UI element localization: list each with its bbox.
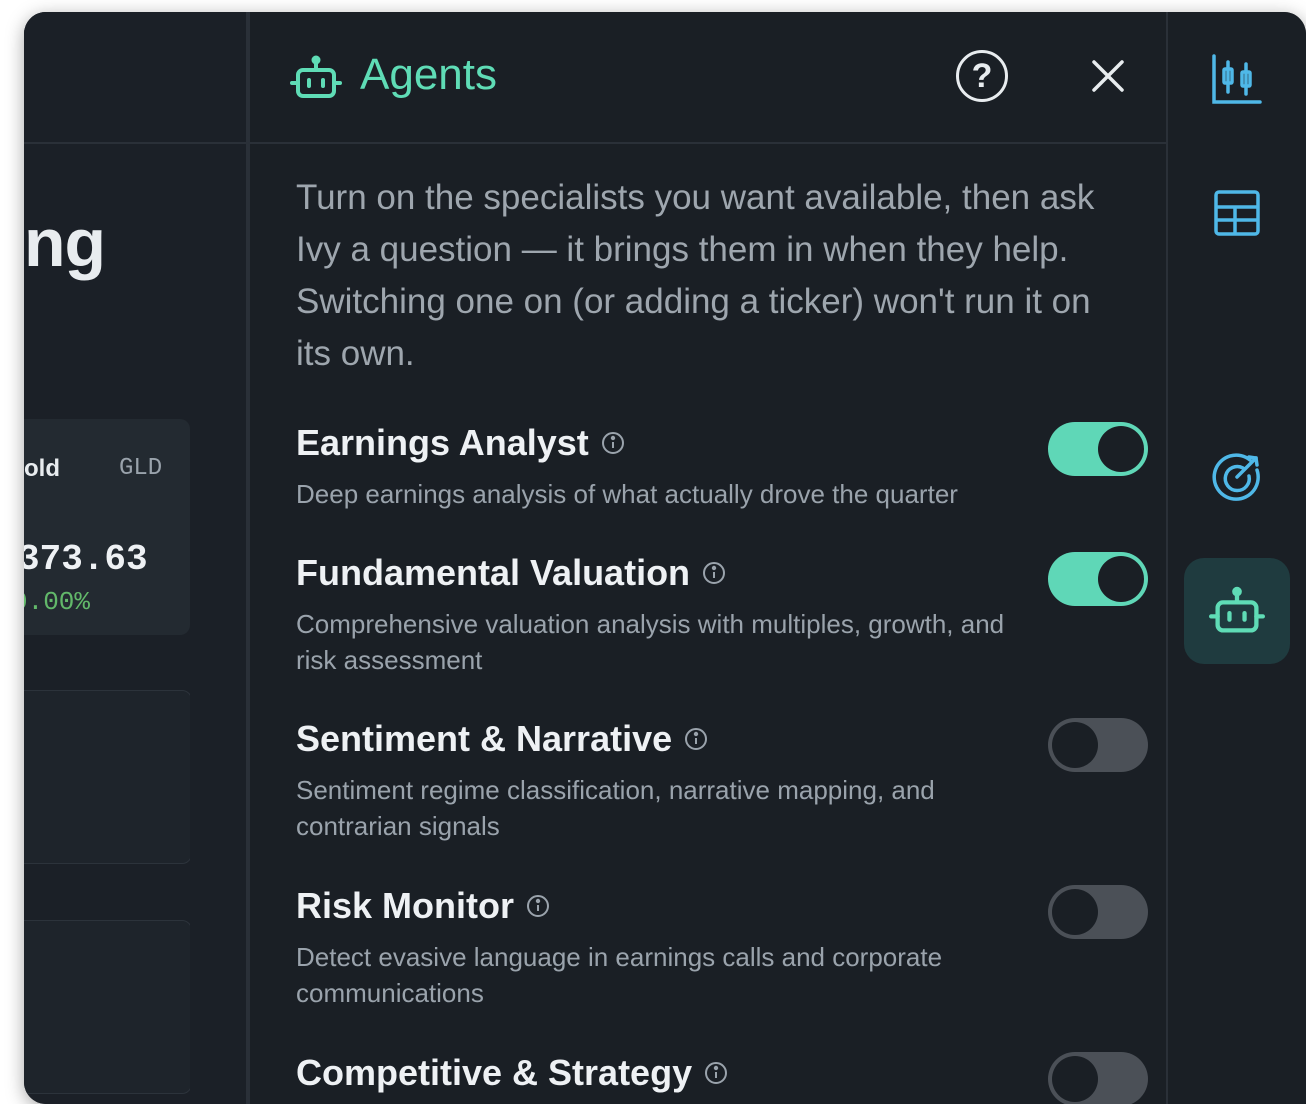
quote-card-clip: old GLD 373.63 0.00% [24,419,190,635]
agent-title: Sentiment & Narrative [296,718,1136,760]
agent-toggle[interactable] [1048,885,1148,939]
agent-row-fundamental-valuation: Fundamental Valuation Comprehensive valu… [296,552,1148,678]
quote-card[interactable]: old GLD 373.63 0.00% [24,419,190,635]
agent-title: Earnings Analyst [296,422,1136,464]
agent-description: Deep earnings analysis of what actually … [296,479,958,509]
toggle-knob [1052,889,1098,935]
agent-row-sentiment-narrative: Sentiment & Narrative Sentiment regime c… [296,718,1148,844]
quote-ticker: GLD [119,455,163,482]
agent-row-competitive-strategy: Competitive & Strategy [296,1052,1148,1104]
quote-price: 373.63 [24,539,148,580]
empty-card[interactable] [24,690,190,864]
toggle-knob [1098,556,1144,602]
agent-title: Fundamental Valuation [296,552,1136,594]
info-icon[interactable] [684,727,708,751]
toggle-knob [1052,722,1098,768]
right-rail [1168,12,1306,1104]
agent-title: Competitive & Strategy [296,1052,1136,1094]
help-button[interactable]: ? [956,50,1008,102]
info-icon[interactable] [601,431,625,455]
panel-header: Agents ? [250,12,1166,144]
agent-name: Risk Monitor [296,885,515,926]
agent-name: Earnings Analyst [296,422,589,463]
info-icon[interactable] [702,561,726,585]
info-icon[interactable] [704,1061,728,1085]
card-clip [24,920,190,1096]
card-clip [24,690,190,864]
agent-description: Sentiment regime classification, narrati… [296,775,935,841]
agent-toggle[interactable] [1048,552,1148,606]
left-pane: ng old GLD 373.63 0.00% [24,12,246,1104]
quote-name: old [24,455,60,482]
table-grid-icon [1214,190,1260,236]
candlestick-chart-icon [1212,54,1262,104]
close-icon[interactable] [1086,54,1130,98]
rail-button-table[interactable] [1184,160,1290,266]
agent-toggle[interactable] [1048,422,1148,476]
panel-title: Agents [360,50,497,99]
robot-icon [290,55,342,98]
empty-card[interactable] [24,920,190,1094]
panel-intro: Turn on the specialists you want availab… [296,178,1095,373]
agent-row-earnings-analyst: Earnings Analyst Deep earnings analysis … [296,422,1148,512]
agent-description: Comprehensive valuation analysis with mu… [296,609,1005,675]
rail-button-target[interactable] [1184,424,1290,530]
quote-change: 0.00% [24,587,91,617]
toggle-knob [1052,1056,1098,1102]
target-icon [1212,453,1260,501]
info-icon[interactable] [526,894,550,918]
agent-name: Sentiment & Narrative [296,718,673,759]
robot-icon [1209,586,1265,633]
agent-name: Fundamental Valuation [296,552,691,593]
agent-toggle[interactable] [1048,1052,1148,1104]
agent-row-risk-monitor: Risk Monitor Detect evasive language in … [296,885,1148,1011]
page-title: ng [24,205,106,281]
rail-button-chart[interactable] [1184,26,1290,132]
agent-toggle[interactable] [1048,718,1148,772]
toggle-knob [1098,426,1144,472]
rail-button-agents[interactable] [1184,558,1290,664]
app-window: ng old GLD 373.63 0.00% [24,12,1306,1104]
agent-description: Detect evasive language in earnings call… [296,942,943,1008]
left-header [24,12,246,144]
agent-title: Risk Monitor [296,885,1136,927]
agents-panel: Agents ? Turn on the specialists you wan… [250,12,1166,1104]
agent-name: Competitive & Strategy [296,1052,693,1093]
